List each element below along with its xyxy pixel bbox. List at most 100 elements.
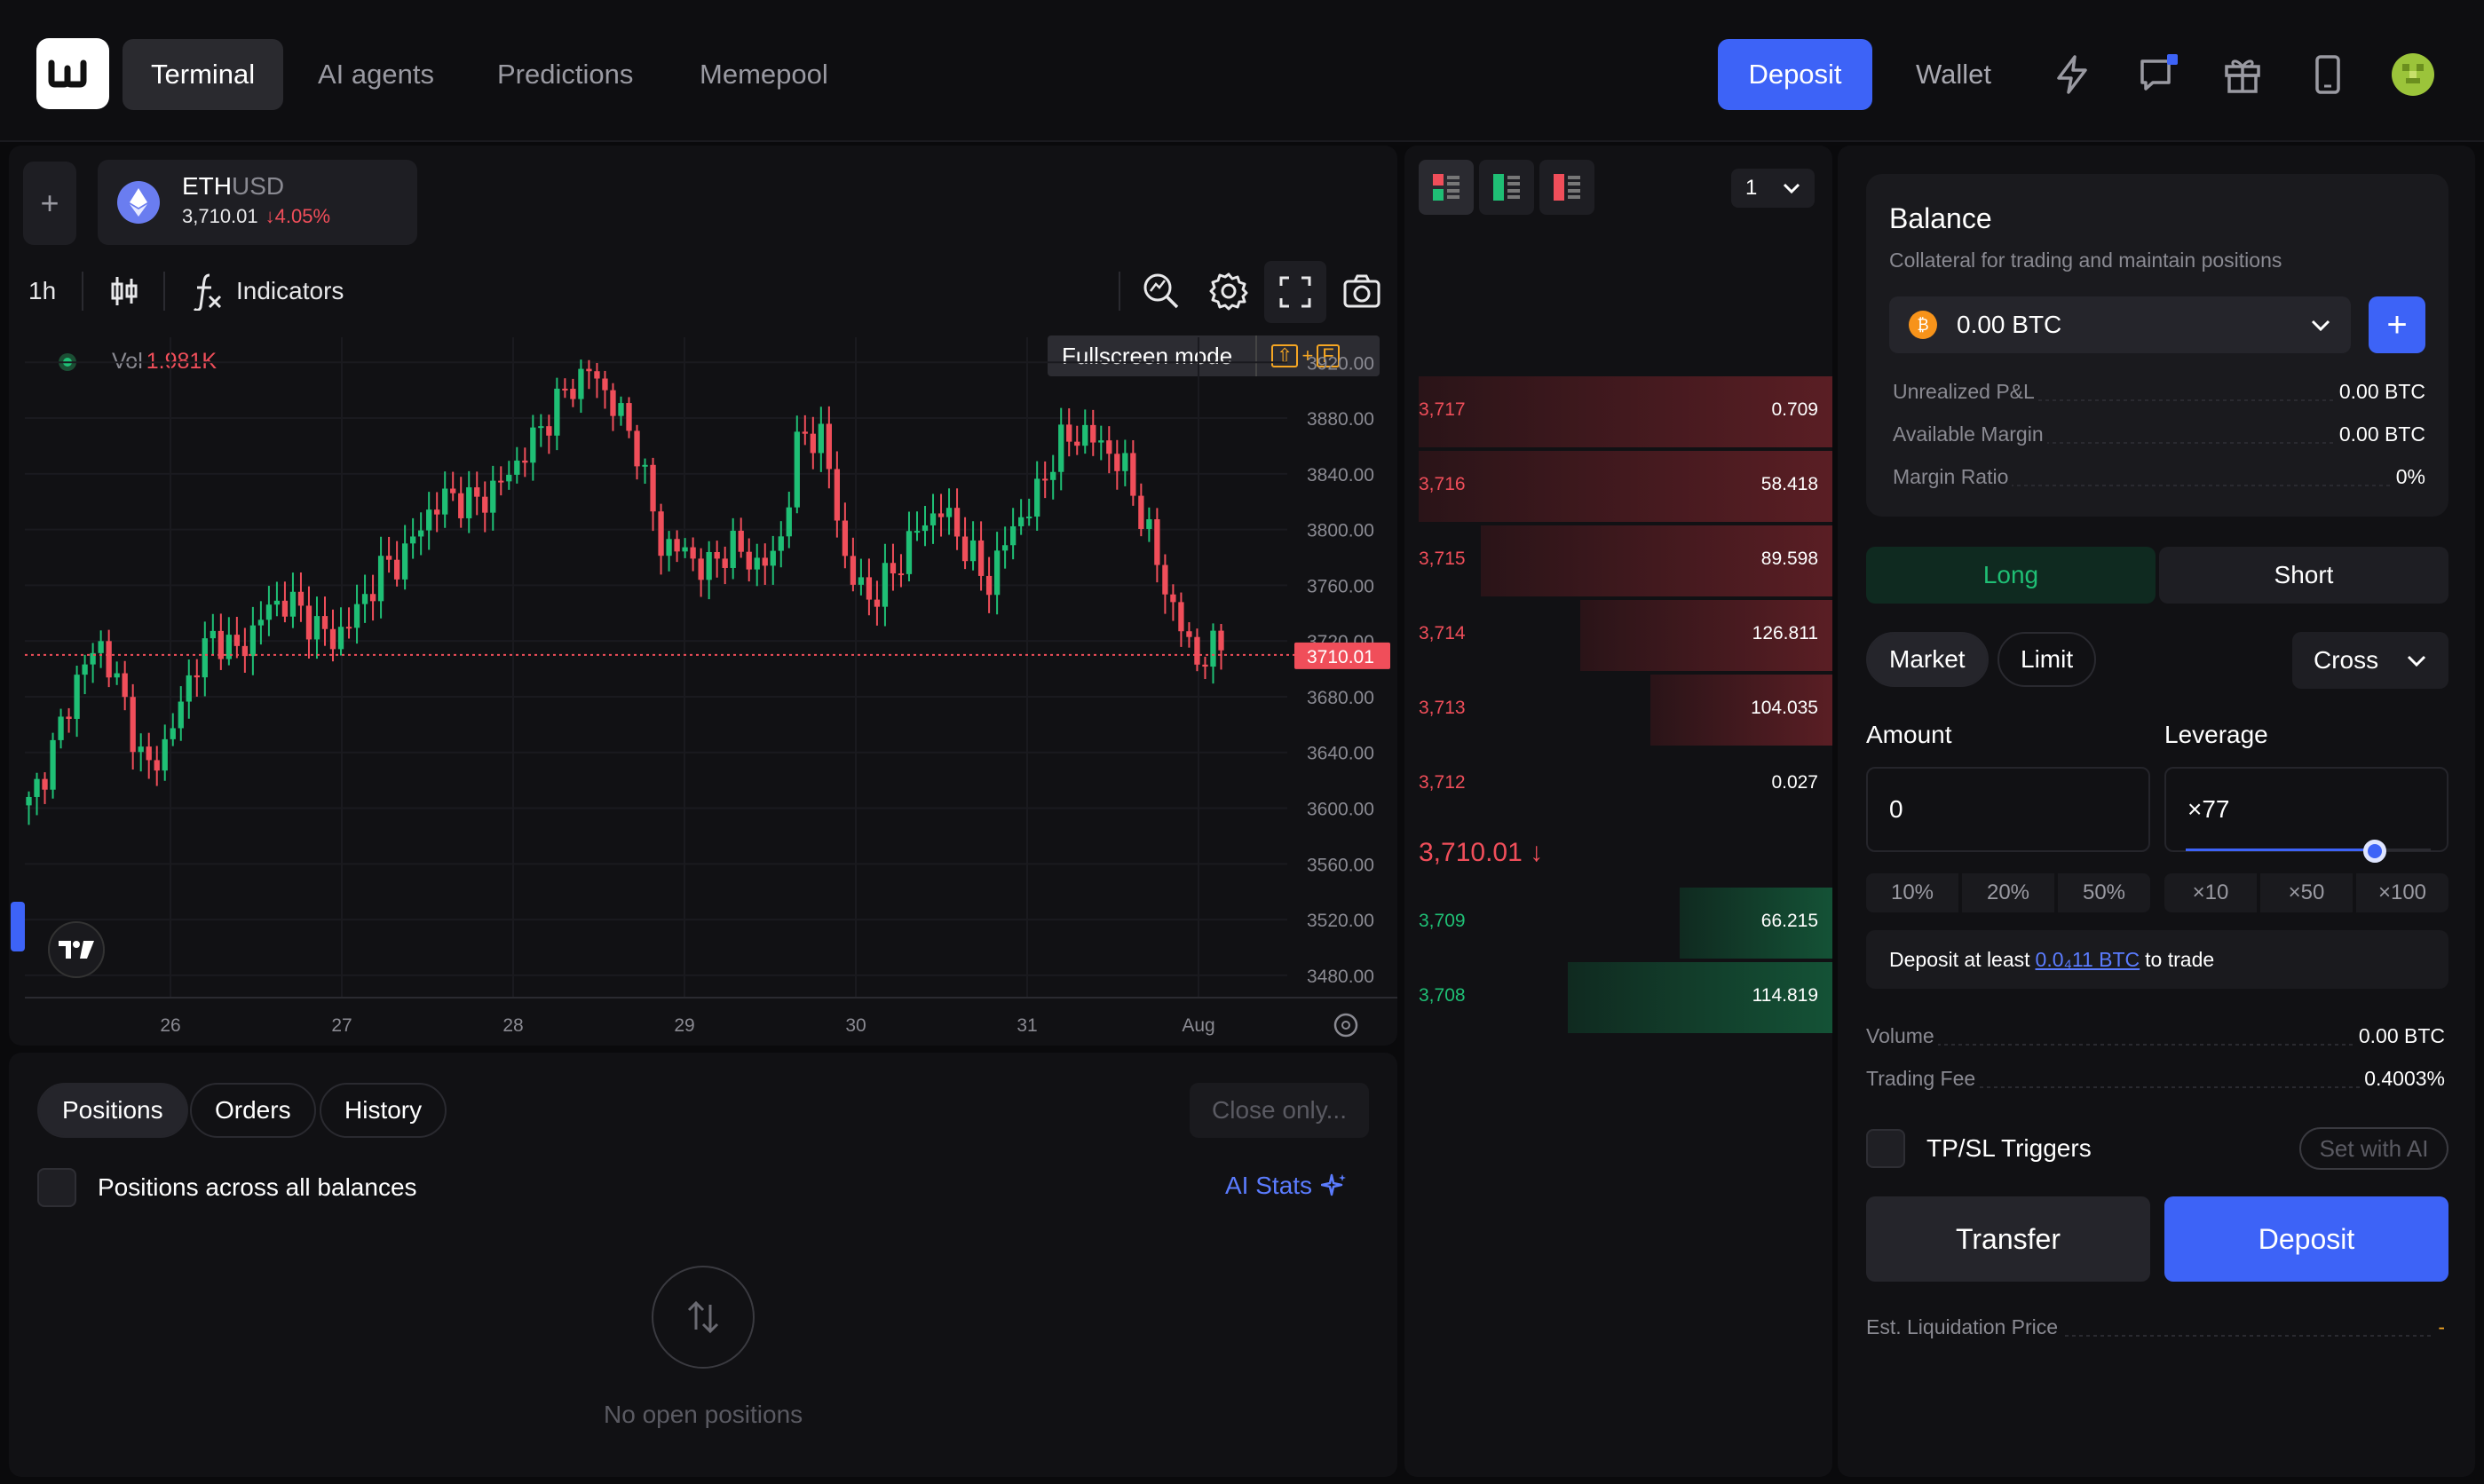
orderbook-row[interactable]: 3,713 104.035 — [1419, 675, 1832, 746]
orderbook-price: 3,714 — [1419, 623, 1466, 643]
mobile-icon[interactable] — [2301, 48, 2354, 101]
wallet-link[interactable]: Wallet — [1916, 39, 1991, 110]
close-only-button[interactable]: Close only... — [1190, 1083, 1369, 1138]
deposit-button[interactable]: Deposit — [2164, 1196, 2448, 1282]
leverage-x100-button[interactable]: ×100 — [2356, 873, 2448, 912]
candle-body — [522, 460, 528, 463]
orderbook-row[interactable]: 3,712 0.027 — [1419, 749, 1832, 820]
candle-body — [186, 675, 192, 702]
margin-mode-select[interactable]: Cross — [2292, 632, 2448, 689]
orderbook-row[interactable]: 3,716 58.418 — [1419, 451, 1832, 522]
tpsl-checkbox[interactable] — [1866, 1129, 1905, 1168]
amount-20pct-button[interactable]: 20% — [1962, 873, 2054, 912]
axis-settings-icon — [1333, 1013, 1358, 1038]
candle-body — [154, 760, 160, 771]
short-button[interactable]: Short — [2159, 547, 2448, 604]
tab-memepool[interactable]: Memepool — [671, 39, 857, 110]
tab-ai-agents[interactable]: AI agents — [289, 39, 463, 110]
volume-row: Volume 0.00 BTC — [1866, 1024, 2448, 1048]
y-tick-label: 3600.00 — [1307, 800, 1374, 820]
row-key: Trading Fee — [1866, 1067, 1980, 1091]
set-with-ai-button[interactable]: Set with AI — [2299, 1127, 2448, 1170]
price-chart[interactable]: 3920.003880.003840.003800.003760.003720.… — [9, 337, 1397, 1047]
settings-gear-icon[interactable] — [1209, 272, 1248, 315]
candle-body — [257, 620, 265, 626]
candle-body — [738, 530, 744, 552]
book-depth-select[interactable]: 1 — [1731, 169, 1815, 208]
candle-body — [178, 701, 184, 729]
tradingview-logo[interactable] — [48, 921, 105, 978]
amount-50pct-button[interactable]: 50% — [2058, 873, 2150, 912]
bolt-icon[interactable] — [2045, 48, 2099, 101]
book-bids-view-icon[interactable] — [1479, 160, 1534, 215]
amount-10pct-button[interactable]: 10% — [1866, 873, 1958, 912]
gift-icon[interactable] — [2216, 48, 2269, 101]
leverage-slider-handle[interactable] — [2363, 840, 2386, 863]
magnify-chart-icon[interactable] — [1142, 272, 1181, 315]
candle-body — [1106, 440, 1112, 454]
tab-terminal[interactable]: Terminal — [123, 39, 284, 110]
screenshot-camera-icon[interactable] — [1342, 273, 1381, 313]
candle-body — [122, 673, 128, 698]
row-value: 0.4003% — [2361, 1067, 2448, 1091]
orderbook-size: 89.598 — [1760, 549, 1818, 569]
orderbook-row[interactable]: 3,715 89.598 — [1419, 525, 1832, 596]
interval-selector[interactable]: 1h — [28, 277, 56, 305]
tab-predictions[interactable]: Predictions — [469, 39, 661, 110]
all-balances-checkbox[interactable] — [37, 1168, 76, 1207]
candle-body — [106, 641, 112, 678]
candle-body — [1114, 454, 1120, 471]
orderbook-row[interactable]: 3,708 114.819 — [1419, 962, 1832, 1033]
candle-body — [914, 531, 921, 533]
orderbook-size: 66.215 — [1760, 911, 1818, 931]
ai-stats-link[interactable]: AI Stats — [1225, 1172, 1348, 1200]
candle-body — [138, 746, 144, 753]
candle-body — [762, 557, 768, 566]
orderbook-row[interactable]: 3,709 66.215 — [1419, 888, 1832, 959]
app-logo[interactable] — [36, 38, 109, 109]
chat-icon[interactable] — [2131, 48, 2184, 101]
candle-body — [426, 509, 432, 531]
leverage-fill — [2186, 849, 2375, 851]
leverage-value: ×77 — [2187, 795, 2230, 823]
leverage-x10-button[interactable]: ×10 — [2164, 873, 2257, 912]
last-price-label: 3710.01 — [1307, 647, 1374, 667]
candle-body — [961, 536, 969, 562]
candle-body — [249, 625, 257, 657]
candle-body — [882, 563, 889, 607]
book-asks-view-icon[interactable] — [1539, 160, 1594, 215]
hint-min-amount-link[interactable]: 0.0₄11 BTC — [2036, 948, 2140, 972]
tab-positions[interactable]: Positions — [37, 1083, 188, 1138]
orderbook-row[interactable]: 3,717 0.709 — [1419, 376, 1832, 447]
candle-body — [1058, 424, 1064, 472]
candle-body — [642, 464, 648, 467]
candle-body — [466, 487, 472, 518]
limit-order-tab[interactable]: Limit — [1997, 632, 2097, 687]
balance-select[interactable]: ₿ 0.00 BTC — [1889, 296, 2351, 353]
transfer-button[interactable]: Transfer — [1866, 1196, 2150, 1282]
candle-body — [337, 627, 344, 650]
leverage-x50-button[interactable]: ×50 — [2260, 873, 2353, 912]
add-symbol-button[interactable]: + — [23, 162, 76, 245]
hint-prefix: Deposit at least — [1889, 947, 2030, 971]
indicators-icon[interactable] — [192, 272, 222, 315]
orderbook-row[interactable]: 3,714 126.811 — [1419, 600, 1832, 671]
long-button[interactable]: Long — [1866, 547, 2156, 604]
add-balance-button[interactable]: + — [2369, 296, 2425, 353]
market-order-tab[interactable]: Market — [1866, 632, 1989, 687]
candle-type-icon[interactable] — [110, 273, 138, 313]
candle-body — [570, 389, 576, 399]
fullscreen-button[interactable] — [1264, 261, 1326, 323]
candle-body — [210, 630, 216, 639]
leverage-input[interactable]: ×77 — [2164, 767, 2448, 863]
tab-orders[interactable]: Orders — [190, 1083, 316, 1138]
indicators-button[interactable]: Indicators — [236, 277, 344, 305]
drawing-tools-handle[interactable] — [11, 902, 25, 951]
deposit-button-top[interactable]: Deposit — [1718, 39, 1872, 110]
book-both-view-icon[interactable] — [1419, 160, 1474, 215]
avatar[interactable] — [2386, 48, 2440, 101]
y-tick-label: 3520.00 — [1307, 911, 1374, 931]
amount-input[interactable]: 0 — [1866, 767, 2150, 852]
candle-body — [993, 550, 1001, 596]
tab-history[interactable]: History — [320, 1083, 447, 1138]
